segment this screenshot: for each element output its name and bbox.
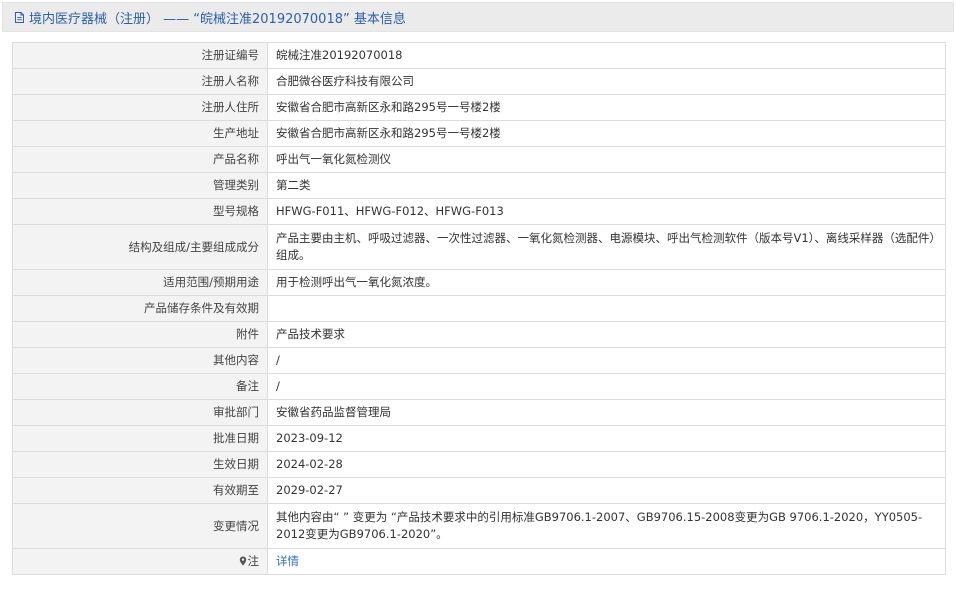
row-value: 2023-09-12 (267, 425, 946, 452)
row-label: 注册人名称 (12, 68, 268, 95)
info-table: 注册证编号 皖械注准20192070018 注册人名称 合肥微谷医疗科技有限公司… (12, 42, 946, 575)
row-value: 第二类 (267, 172, 946, 199)
row-value: 产品主要由主机、呼吸过滤器、一次性过滤器、一氧化氮检测器、电源模块、呼出气检测软… (267, 224, 946, 270)
table-row: 附件 产品技术要求 (12, 321, 946, 348)
note-label-cell: 注 (12, 548, 268, 575)
table-row: 注册证编号 皖械注准20192070018 (12, 42, 946, 69)
table-row-note: 注 详情 (12, 548, 946, 575)
row-label: 适用范围/预期用途 (12, 269, 268, 296)
row-label: 附件 (12, 321, 268, 348)
row-label: 管理类别 (12, 172, 268, 199)
row-label: 注册证编号 (12, 42, 268, 69)
table-row: 生效日期 2024-02-28 (12, 451, 946, 478)
row-label: 有效期至 (12, 477, 268, 504)
row-label: 审批部门 (12, 399, 268, 426)
table-row: 注册人住所 安徽省合肥市高新区永和路295号一号楼2楼 (12, 94, 946, 121)
location-pin-icon (239, 556, 246, 566)
document-icon (15, 11, 24, 23)
note-value-cell: 详情 (267, 548, 946, 575)
table-row: 适用范围/预期用途 用于检测呼出气一氧化氮浓度。 (12, 269, 946, 296)
row-label: 注册人住所 (12, 94, 268, 121)
row-value: 呼出气一氧化氮检测仪 (267, 146, 946, 173)
page-header: 境内医疗器械（注册） —— “皖械注准20192070018” 基本信息 (2, 2, 954, 32)
row-label: 变更情况 (12, 503, 268, 549)
row-value: 其他内容由“ ” 变更为 “产品技术要求中的引用标准GB9706.1-2007、… (267, 503, 946, 549)
table-row: 注册人名称 合肥微谷医疗科技有限公司 (12, 68, 946, 95)
row-label: 结构及组成/主要组成成分 (12, 224, 268, 270)
table-row: 产品储存条件及有效期 (12, 295, 946, 322)
row-value: 合肥微谷医疗科技有限公司 (267, 68, 946, 95)
row-value: 产品技术要求 (267, 321, 946, 348)
table-row: 批准日期 2023-09-12 (12, 425, 946, 452)
row-value: / (267, 373, 946, 400)
table-row: 结构及组成/主要组成成分 产品主要由主机、呼吸过滤器、一次性过滤器、一氧化氮检测… (12, 224, 946, 270)
row-label: 型号规格 (12, 198, 268, 225)
row-value: HFWG-F011、HFWG-F012、HFWG-F013 (267, 198, 946, 225)
row-value: 2029-02-27 (267, 477, 946, 504)
page-title: 境内医疗器械（注册） —— “皖械注准20192070018” 基本信息 (29, 11, 406, 27)
row-value: / (267, 347, 946, 374)
table-row: 生产地址 安徽省合肥市高新区永和路295号一号楼2楼 (12, 120, 946, 147)
table-row: 有效期至 2029-02-27 (12, 477, 946, 504)
row-label: 批准日期 (12, 425, 268, 452)
row-value: 用于检测呼出气一氧化氮浓度。 (267, 269, 946, 296)
details-link[interactable]: 详情 (276, 554, 299, 568)
row-label: 生效日期 (12, 451, 268, 478)
row-label: 生产地址 (12, 120, 268, 147)
table-row: 型号规格 HFWG-F011、HFWG-F012、HFWG-F013 (12, 198, 946, 225)
row-label: 产品名称 (12, 146, 268, 173)
table-row: 变更情况 其他内容由“ ” 变更为 “产品技术要求中的引用标准GB9706.1-… (12, 503, 946, 549)
table-row: 管理类别 第二类 (12, 172, 946, 199)
table-row: 审批部门 安徽省药品监督管理局 (12, 399, 946, 426)
row-value: 皖械注准20192070018 (267, 42, 946, 69)
row-label: 备注 (12, 373, 268, 400)
row-label: 产品储存条件及有效期 (12, 295, 268, 322)
note-label: 注 (247, 554, 260, 568)
row-label: 其他内容 (12, 347, 268, 374)
table-row: 产品名称 呼出气一氧化氮检测仪 (12, 146, 946, 173)
row-value: 安徽省合肥市高新区永和路295号一号楼2楼 (267, 94, 946, 121)
row-value (267, 295, 946, 322)
row-value: 安徽省药品监督管理局 (267, 399, 946, 426)
table-row: 备注 / (12, 373, 946, 400)
table-row: 其他内容 / (12, 347, 946, 374)
row-value: 2024-02-28 (267, 451, 946, 478)
row-value: 安徽省合肥市高新区永和路295号一号楼2楼 (267, 120, 946, 147)
